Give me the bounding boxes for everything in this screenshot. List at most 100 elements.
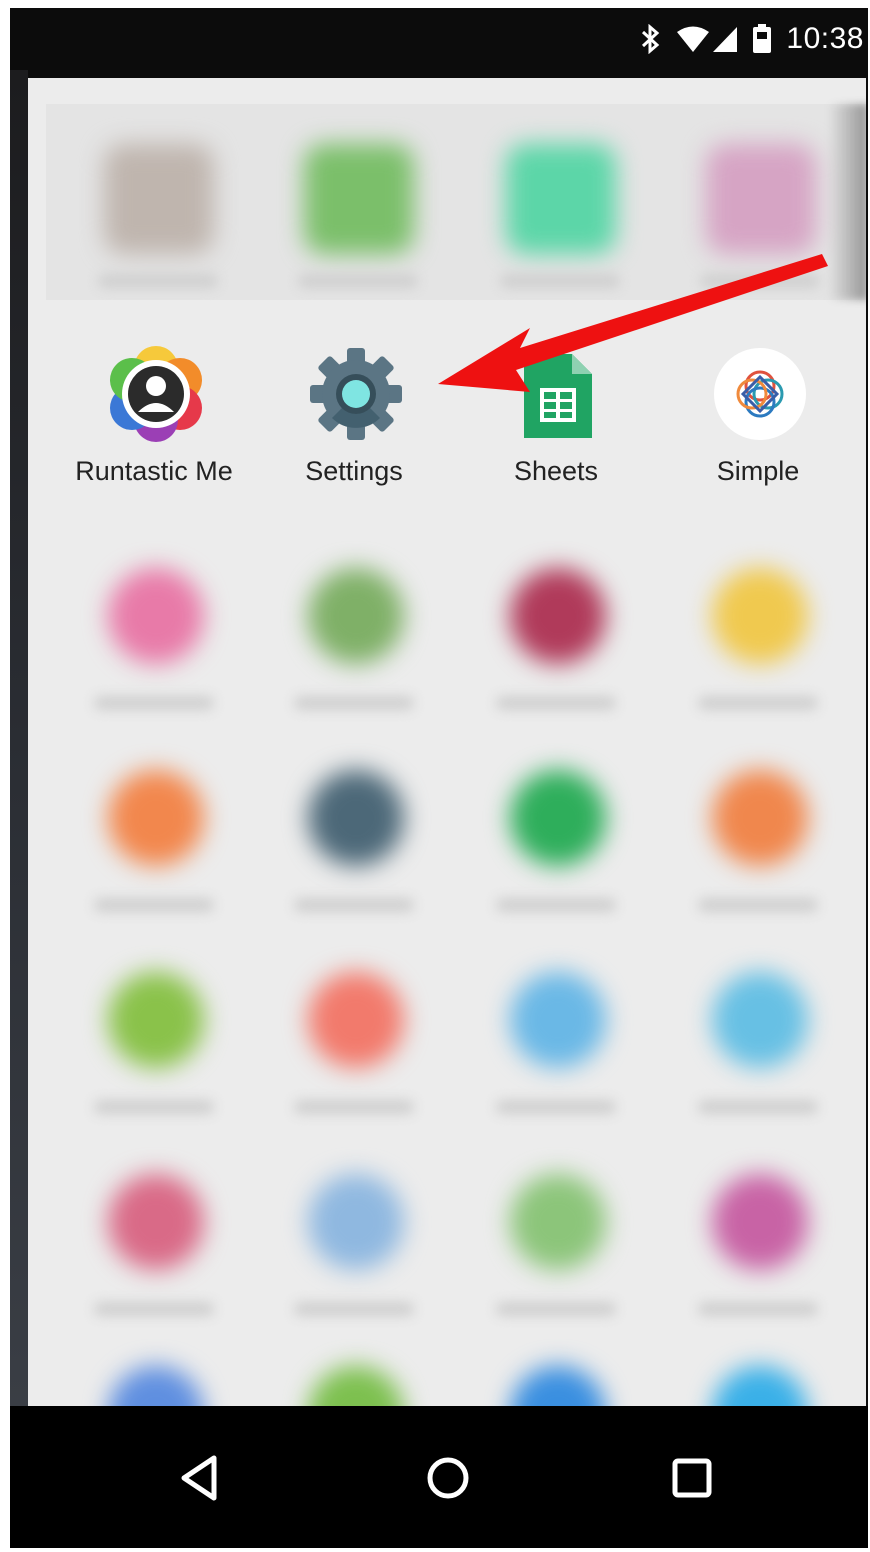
blurred-app-label xyxy=(700,274,820,288)
blurred-app[interactable] xyxy=(254,1346,454,1406)
blurred-app-label xyxy=(698,1302,818,1316)
blurred-app-icon xyxy=(706,144,816,254)
blurred-app-label xyxy=(298,274,418,288)
blurred-app-label xyxy=(94,1100,214,1114)
blurred-app[interactable] xyxy=(258,104,458,294)
blurred-app-label xyxy=(94,1302,214,1316)
strip-shadow xyxy=(828,104,866,300)
phone-screen: 10:38 Runtastic Me Settings Sheets Simpl… xyxy=(10,8,868,1548)
blurred-app[interactable] xyxy=(254,750,454,940)
gear-icon xyxy=(308,346,404,442)
runtastic-me-icon xyxy=(108,346,204,442)
blurred-app[interactable] xyxy=(658,952,858,1142)
blurred-app-icon xyxy=(108,972,204,1068)
blurred-app[interactable] xyxy=(58,104,258,294)
bluetooth-icon xyxy=(640,24,662,54)
home-icon[interactable] xyxy=(418,1448,478,1508)
blurred-app-label xyxy=(698,696,818,710)
blurred-app-icon xyxy=(308,568,404,664)
app-settings[interactable]: Settings xyxy=(254,346,454,536)
app-label: Settings xyxy=(305,456,403,486)
blurred-row xyxy=(28,1346,866,1406)
blurred-app-icon xyxy=(308,770,404,866)
battery-icon xyxy=(752,24,772,54)
blurred-app-icon xyxy=(712,1366,808,1406)
blurred-app-label xyxy=(294,1302,414,1316)
blurred-app-label xyxy=(94,898,214,912)
app-sheets[interactable]: Sheets xyxy=(456,346,656,536)
blurred-app-icon xyxy=(108,1174,204,1270)
back-icon[interactable] xyxy=(170,1448,230,1508)
blurred-app-icon xyxy=(712,568,808,664)
wallpaper-edge xyxy=(10,70,28,1410)
blurred-row xyxy=(28,750,866,940)
app-label: Simple xyxy=(716,456,800,486)
blurred-app[interactable] xyxy=(54,548,254,738)
blurred-top-row xyxy=(46,104,866,300)
blurred-app-label xyxy=(500,274,620,288)
blurred-app-icon xyxy=(308,1366,404,1406)
blurred-app-icon xyxy=(712,972,808,1068)
blurred-app[interactable] xyxy=(658,1154,858,1344)
blurred-app-label xyxy=(294,1100,414,1114)
blurred-app-icon xyxy=(712,1174,808,1270)
app-drawer[interactable]: Runtastic Me Settings Sheets Simple xyxy=(28,78,866,1406)
wifi-icon xyxy=(676,25,710,53)
blurred-app[interactable] xyxy=(456,548,656,738)
blurred-app-icon xyxy=(712,770,808,866)
blurred-app-label xyxy=(294,696,414,710)
blurred-app[interactable] xyxy=(658,750,858,940)
app-runtastic-me[interactable]: Runtastic Me xyxy=(54,346,254,536)
app-label: Runtastic Me xyxy=(75,456,233,486)
blurred-app-icon xyxy=(308,972,404,1068)
blurred-app[interactable] xyxy=(460,104,660,294)
blurred-app-icon xyxy=(108,1366,204,1406)
blurred-app-icon xyxy=(510,770,606,866)
clock: 10:38 xyxy=(786,22,864,55)
blurred-app-icon xyxy=(108,770,204,866)
blurred-app[interactable] xyxy=(456,1346,656,1406)
blurred-app[interactable] xyxy=(658,1346,858,1406)
blurred-app-label xyxy=(496,898,616,912)
blurred-app[interactable] xyxy=(254,1154,454,1344)
blurred-app-label xyxy=(698,898,818,912)
navigation-bar xyxy=(10,1406,868,1548)
blurred-app-label xyxy=(294,898,414,912)
status-bar: 10:38 xyxy=(10,8,868,70)
blurred-row xyxy=(28,1154,866,1344)
recents-icon[interactable] xyxy=(662,1448,722,1508)
blurred-app[interactable] xyxy=(54,952,254,1142)
blurred-app-icon xyxy=(506,144,616,254)
blurred-app-icon xyxy=(104,144,214,254)
blurred-app-icon xyxy=(304,144,414,254)
blurred-app-icon xyxy=(510,972,606,1068)
blurred-app-label xyxy=(496,696,616,710)
blurred-app-label xyxy=(98,274,218,288)
simple-icon xyxy=(712,346,808,442)
app-row-visible: Runtastic Me Settings Sheets Simple xyxy=(28,346,866,536)
blurred-app-label xyxy=(94,696,214,710)
blurred-app-icon xyxy=(308,1174,404,1270)
blurred-app-label xyxy=(496,1100,616,1114)
blurred-app[interactable] xyxy=(54,1346,254,1406)
blurred-app-label xyxy=(496,1302,616,1316)
blurred-row xyxy=(28,548,866,738)
blurred-app[interactable] xyxy=(254,952,454,1142)
cell-signal-icon xyxy=(712,25,738,53)
blurred-app-icon xyxy=(510,1174,606,1270)
app-label: Sheets xyxy=(513,456,599,486)
blurred-app[interactable] xyxy=(54,750,254,940)
sheets-icon xyxy=(510,346,606,442)
blurred-app-icon xyxy=(510,1366,606,1406)
blurred-app[interactable] xyxy=(456,750,656,940)
blurred-app[interactable] xyxy=(456,1154,656,1344)
blurred-app-icon xyxy=(510,568,606,664)
app-simple[interactable]: Simple xyxy=(658,346,858,536)
blurred-app[interactable] xyxy=(54,1154,254,1344)
blurred-app[interactable] xyxy=(456,952,656,1142)
blurred-app[interactable] xyxy=(658,548,858,738)
blurred-app-label xyxy=(698,1100,818,1114)
blurred-app-icon xyxy=(108,568,204,664)
blurred-app[interactable] xyxy=(254,548,454,738)
blurred-row xyxy=(28,952,866,1142)
